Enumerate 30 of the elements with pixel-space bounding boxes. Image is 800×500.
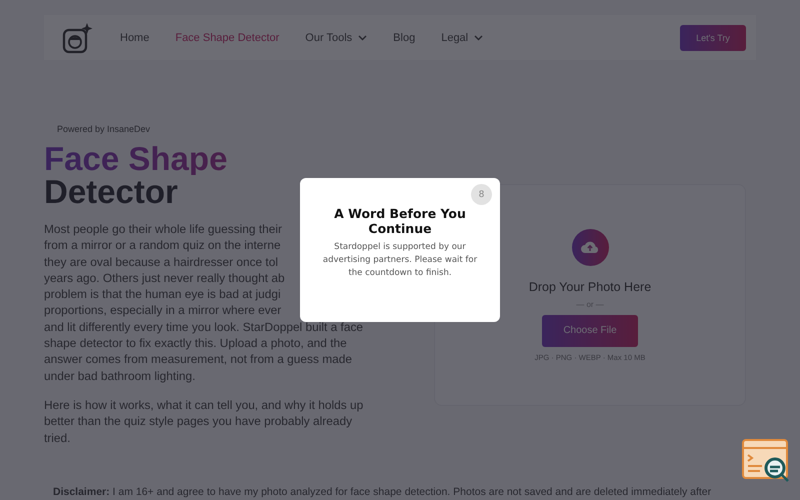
intro-text-line: from a mirror or a random quiz on the interne: [44, 237, 281, 254]
intro-text-line: shape detector to fix exactly this. Upload a photo, and the: [44, 335, 347, 352]
page-title: Detector: [44, 175, 178, 208]
cloud-upload-icon: [572, 228, 608, 266]
browser-search-icon[interactable]: [742, 439, 790, 483]
intro-text-line: they are oval because a hairdresser once tol: [44, 254, 278, 270]
choose-file-button[interactable]: Choose File: [542, 314, 638, 346]
drop-heading: Drop Your Photo Here: [528, 280, 652, 294]
intro-text-line: better than the quiz style pages you have probably already: [44, 413, 352, 430]
nav-link[interactable]: Our Tools: [305, 32, 368, 44]
intro-text-line: Most people go their whole life guessing their: [44, 221, 282, 238]
intro-text-line: Here is how it works, what it can tell you, and why it holds up: [44, 396, 364, 414]
disclaimer-text: Disclaimer: I am 16+ and agree to have my photo analyzed for face shape detection. Photos are not saved and are deleted immediately after: [53, 486, 712, 498]
nav-link[interactable]: Blog: [393, 32, 416, 44]
intro-text-line: proportions, especially in a mirror where ever: [44, 302, 282, 319]
countdown-badge: 8: [471, 184, 492, 205]
nav-link[interactable]: Legal: [441, 32, 484, 44]
dialog-message: Stardoppel is supported by our advertising partners. Please wait for the countdown to finish.: [322, 241, 478, 280]
nav-link[interactable]: Face Shape Detector: [175, 32, 280, 44]
face-sparkle-logo-icon: [62, 22, 94, 54]
intro-text-line: and lit differently every time you look. StarDoppel built a face: [44, 318, 364, 336]
dialog-title: A Word Before You Continue: [333, 206, 467, 236]
intro-text-line: years ago. Others just never really thought ab: [44, 270, 285, 286]
intro-text-line: answer comes from measurement, not from a guess made: [44, 351, 352, 368]
tagline: Powered by InsaneDev: [57, 124, 152, 134]
intro-text-line: problem is that the human eye is bad at judgi: [44, 286, 281, 302]
nav-link[interactable]: Home: [120, 32, 150, 44]
lets-try-button[interactable]: Let's Try: [680, 24, 746, 50]
intro-text-line: under bad bathroom lighting.: [44, 368, 196, 384]
intro-text-line: tried.: [44, 430, 70, 446]
